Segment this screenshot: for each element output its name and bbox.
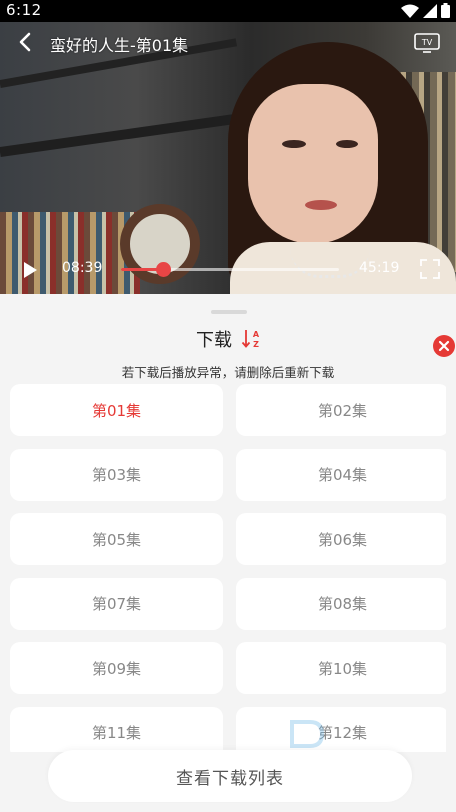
svg-text:TV: TV bbox=[421, 38, 433, 47]
progress-thumb[interactable] bbox=[155, 262, 171, 277]
signal-icon bbox=[423, 3, 437, 18]
episode-item[interactable]: 第06集 bbox=[236, 513, 446, 565]
svg-text:Z: Z bbox=[253, 340, 259, 349]
watermark-logo bbox=[290, 720, 325, 748]
battery-icon bbox=[441, 3, 450, 18]
fullscreen-icon[interactable] bbox=[420, 259, 440, 279]
panel-title: 下载 bbox=[196, 330, 232, 351]
current-time: 08:39 bbox=[62, 260, 103, 276]
tv-icon[interactable]: TV bbox=[414, 31, 440, 53]
episode-item[interactable]: 第11集 bbox=[10, 706, 223, 752]
video-frame-eye bbox=[336, 140, 358, 148]
status-time: 6:12 bbox=[6, 1, 42, 19]
episode-item[interactable]: 第03集 bbox=[10, 448, 223, 501]
episode-item[interactable]: 第04集 bbox=[236, 448, 446, 501]
episode-item[interactable]: 第07集 bbox=[10, 577, 223, 630]
svg-text:A: A bbox=[253, 330, 260, 339]
episode-item[interactable]: 第09集 bbox=[10, 642, 223, 694]
episode-item[interactable]: 第01集 bbox=[10, 384, 223, 436]
episode-item[interactable]: 第02集 bbox=[236, 384, 446, 436]
status-bar: 6:12 bbox=[0, 0, 456, 22]
video-controls: 08:39 45:19 bbox=[0, 252, 456, 288]
status-icons bbox=[401, 3, 450, 18]
drag-handle[interactable] bbox=[211, 310, 247, 314]
video-title: 蛮好的人生-第01集 bbox=[50, 36, 189, 55]
video-topbar: 蛮好的人生-第01集 TV bbox=[0, 22, 456, 62]
view-download-list-button[interactable]: 查看下载列表 bbox=[48, 750, 412, 802]
total-time: 45:19 bbox=[359, 260, 400, 276]
video-frame-lips bbox=[305, 200, 337, 210]
sort-az-icon[interactable]: A Z bbox=[241, 328, 263, 350]
progress-bar[interactable] bbox=[121, 262, 339, 277]
close-icon[interactable] bbox=[433, 335, 455, 357]
video-player[interactable]: 蛮好的人生-第01集 TV 08:39 45:19 bbox=[0, 22, 456, 294]
episode-grid: 第01集 第02集 第03集 第04集 第05集 第06集 第07集 第08集 第09集 第10集… bbox=[10, 384, 446, 752]
episode-item[interactable]: 第05集 bbox=[10, 513, 223, 565]
play-icon[interactable] bbox=[21, 261, 39, 279]
back-icon[interactable] bbox=[14, 30, 38, 54]
video-frame-face bbox=[248, 84, 378, 244]
video-frame-shelf bbox=[0, 113, 239, 157]
episode-item[interactable]: 第08集 bbox=[236, 577, 446, 630]
episode-item[interactable]: 第10集 bbox=[236, 642, 446, 694]
download-panel: 下载 A Z 若下载后播放异常，请删除后重新下载 第01集 第02集 第03集 第04… bbox=[0, 294, 456, 812]
video-frame-eye bbox=[282, 140, 306, 148]
download-notice: 若下载后播放异常，请删除后重新下载 bbox=[121, 365, 335, 380]
wifi-icon bbox=[401, 4, 419, 18]
